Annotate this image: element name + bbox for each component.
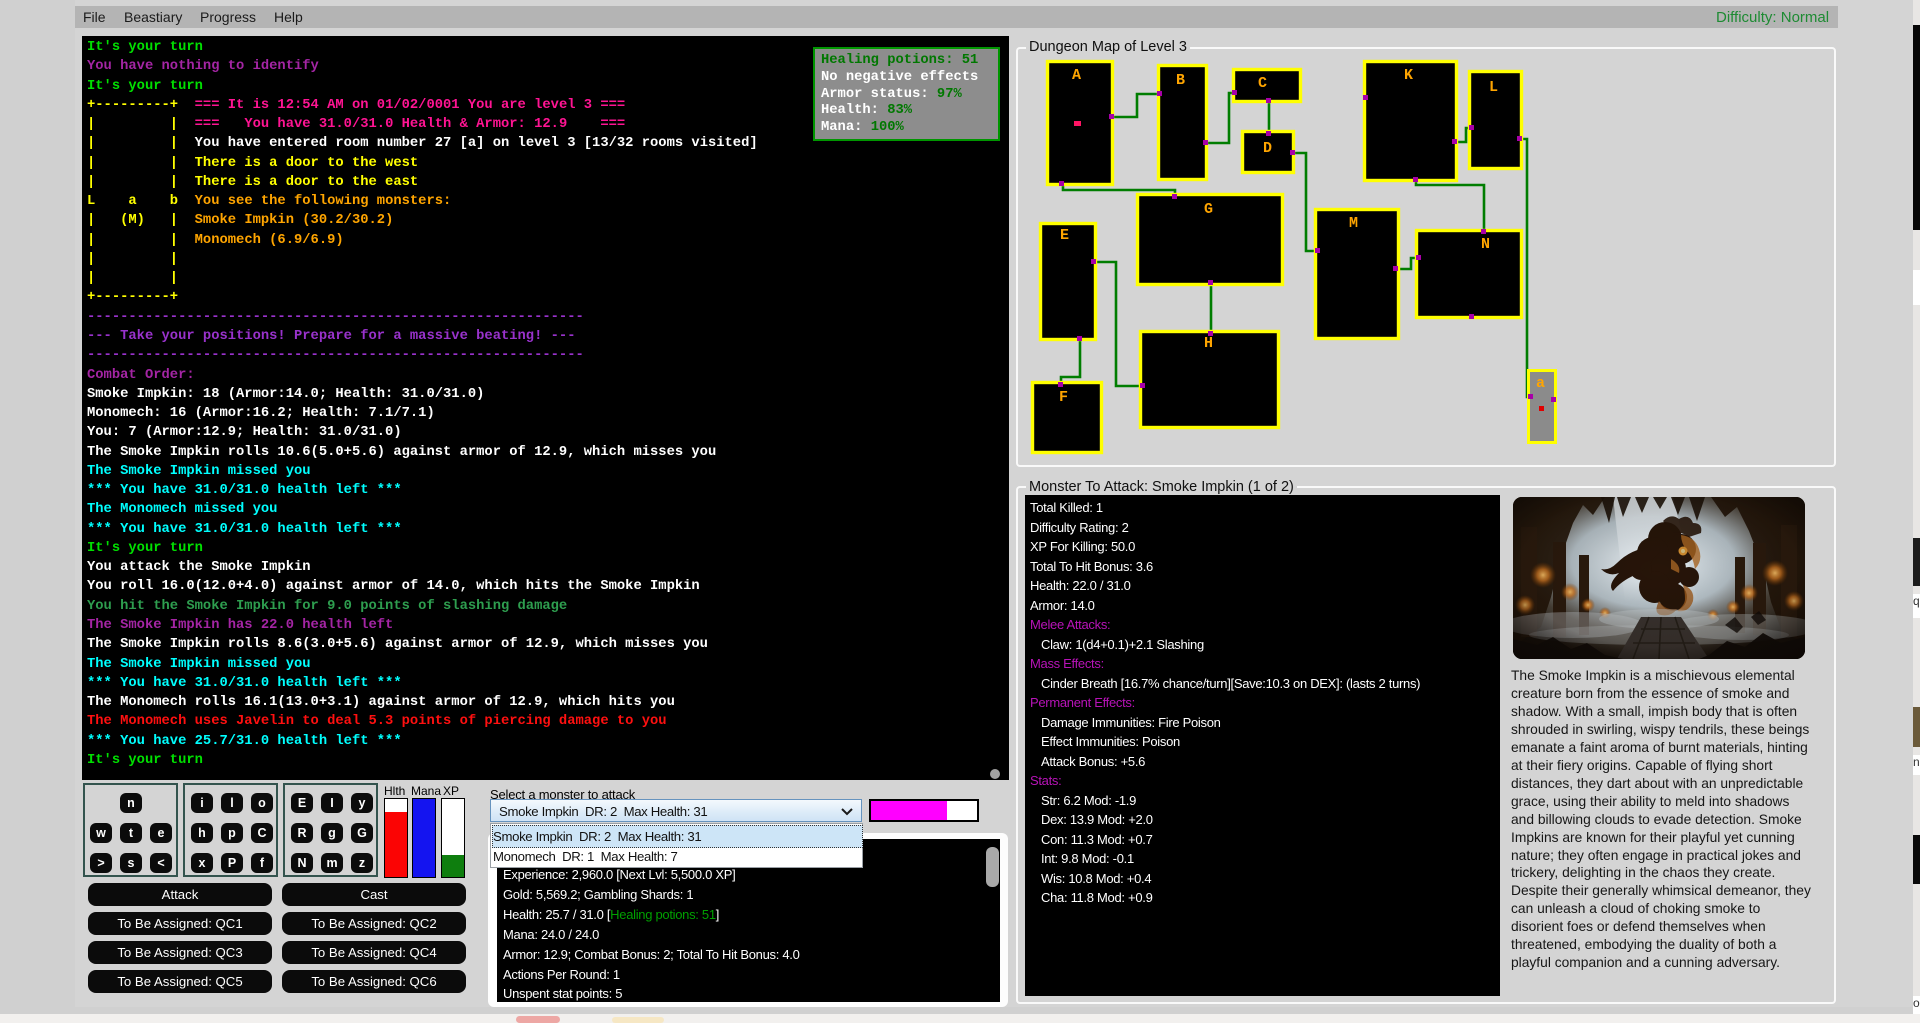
svg-text:H: H (1204, 335, 1213, 352)
svg-text:C: C (1258, 75, 1267, 92)
svg-text:A: A (1072, 67, 1081, 84)
svg-text:B: B (1176, 72, 1185, 89)
svg-text:E: E (1060, 227, 1069, 244)
svg-text:G: G (1204, 201, 1213, 218)
svg-text:F: F (1059, 389, 1068, 406)
svg-text:N: N (1481, 236, 1490, 253)
svg-text:L: L (1489, 79, 1498, 96)
svg-text:D: D (1263, 140, 1272, 157)
svg-text:a: a (1536, 375, 1545, 392)
svg-text:K: K (1404, 67, 1413, 84)
svg-text:M: M (1349, 215, 1358, 232)
